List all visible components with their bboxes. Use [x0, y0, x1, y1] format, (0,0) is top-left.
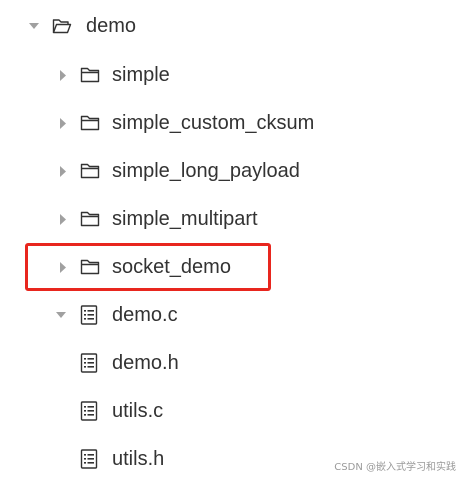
chevron-right-icon[interactable]: [56, 195, 68, 243]
tree-node-label: utils.c: [112, 400, 164, 422]
tree-node-label: demo: [86, 15, 137, 37]
tree-node-simple-long-payload[interactable]: simple_long_payload: [0, 147, 465, 195]
folder-icon: [80, 99, 100, 147]
folder-icon: [80, 195, 100, 243]
folder-icon: [80, 51, 100, 99]
tree-node-demo-c[interactable]: demo.c: [0, 291, 465, 339]
tree-node-label: simple: [112, 64, 170, 86]
tree-node-label: demo.c: [112, 304, 178, 326]
chevron-down-icon[interactable]: [55, 291, 67, 339]
file-text-icon: [79, 435, 99, 483]
tree-node-simple-custom-cksum[interactable]: simple_custom_cksum: [0, 99, 465, 147]
tree-node-label: simple_multipart: [112, 208, 258, 230]
tree-node-label: simple_custom_cksum: [112, 112, 315, 134]
file-tree: demo simple simple_custom_cksum simple_l…: [0, 0, 465, 481]
folder-open-icon: [52, 2, 72, 50]
tree-node-label: demo.h: [112, 352, 179, 374]
tree-node-simple-multipart[interactable]: simple_multipart: [0, 195, 465, 243]
tree-node-demo-h[interactable]: demo.h: [0, 339, 465, 387]
tree-node-label: utils.h: [112, 448, 165, 470]
chevron-right-icon[interactable]: [56, 147, 68, 195]
tree-node-label: simple_long_payload: [112, 160, 300, 182]
tree-node-utils-c[interactable]: utils.c: [0, 387, 465, 435]
folder-icon: [80, 147, 100, 195]
file-text-icon: [79, 291, 99, 339]
chevron-down-icon[interactable]: [28, 2, 40, 50]
chevron-right-icon[interactable]: [56, 99, 68, 147]
watermark: CSDN @嵌入式学习和实践: [334, 462, 456, 473]
highlight-box: [25, 243, 271, 291]
file-text-icon: [79, 339, 99, 387]
tree-node-simple[interactable]: simple: [0, 51, 465, 99]
tree-node-demo[interactable]: demo: [0, 2, 465, 50]
file-text-icon: [79, 387, 99, 435]
chevron-right-icon[interactable]: [56, 51, 68, 99]
